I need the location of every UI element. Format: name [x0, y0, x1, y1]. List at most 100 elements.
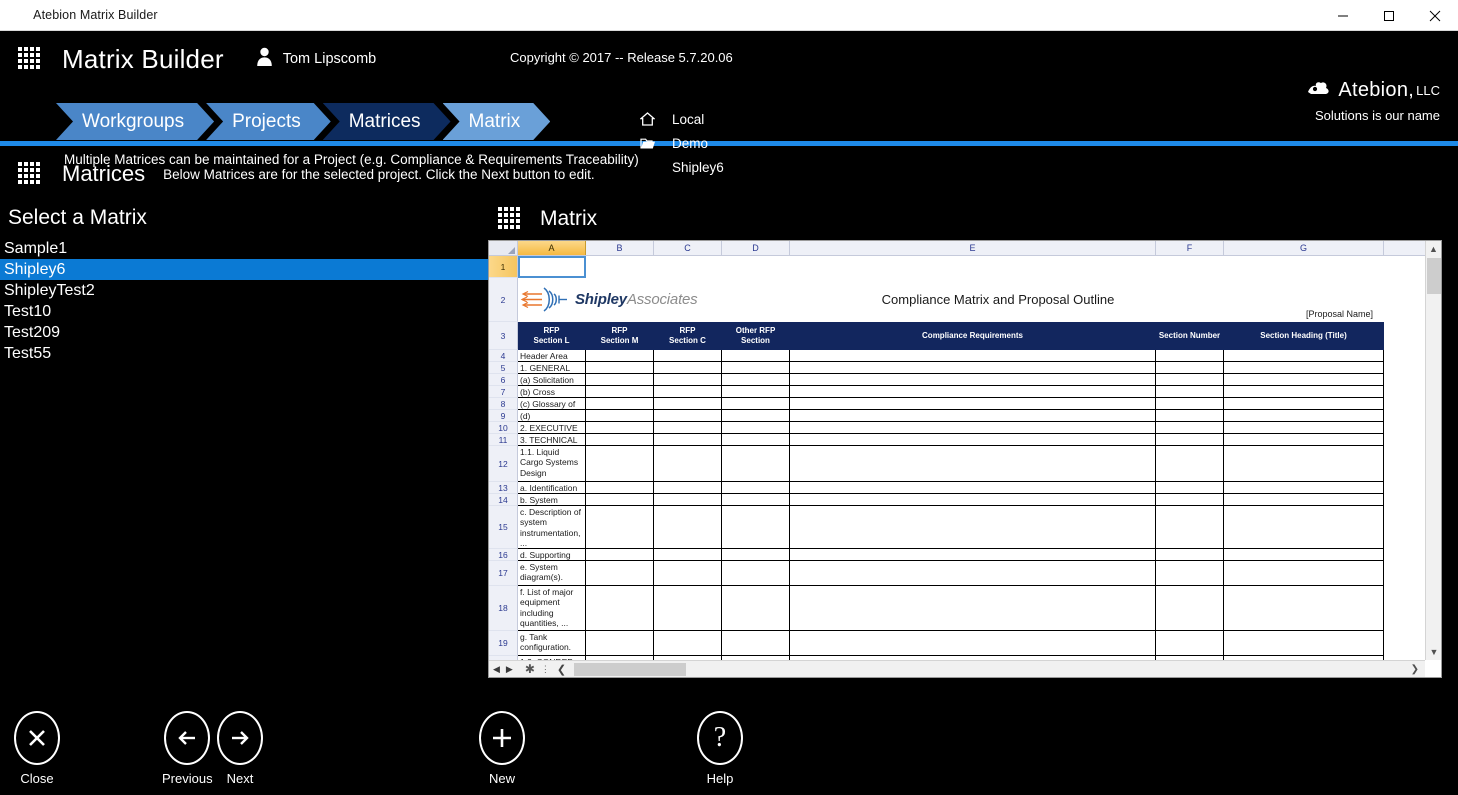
cell-a[interactable]: b. System	[518, 494, 586, 506]
cell-a[interactable]: f. List of major equipment including qua…	[518, 586, 586, 631]
matrix-list[interactable]: Sample1 Shipley6 ShipleyTest2 Test10 Tes…	[0, 238, 488, 364]
row-header[interactable]: 3	[489, 322, 518, 350]
cell-g[interactable]	[1224, 494, 1384, 506]
cell-d[interactable]	[722, 586, 790, 631]
preview-waffle-icon[interactable]	[498, 207, 522, 231]
cell-b[interactable]	[586, 446, 654, 482]
row-header[interactable]: 13	[489, 482, 518, 494]
cell-e[interactable]	[790, 561, 1156, 586]
cell-c[interactable]	[654, 482, 722, 494]
cell-e[interactable]	[790, 494, 1156, 506]
table-row[interactable]: e. System diagram(s).	[518, 561, 1441, 586]
cell-b[interactable]	[586, 561, 654, 586]
cell-e[interactable]	[790, 398, 1156, 410]
cell-a[interactable]: (a) Solicitation	[518, 374, 586, 386]
cell-a[interactable]: e. System diagram(s).	[518, 561, 586, 586]
cell-f[interactable]	[1156, 494, 1224, 506]
cell-b[interactable]	[586, 410, 654, 422]
cell-a[interactable]: d. Supporting	[518, 549, 586, 561]
cell-d[interactable]	[722, 422, 790, 434]
column-header-d[interactable]: D	[722, 241, 790, 255]
cell-d[interactable]	[722, 549, 790, 561]
cell-d[interactable]	[722, 631, 790, 656]
table-row[interactable]: 1. GENERAL	[518, 362, 1441, 374]
cell-b[interactable]	[586, 631, 654, 656]
cell-f[interactable]	[1156, 446, 1224, 482]
column-header-e[interactable]: E	[790, 241, 1156, 255]
cell-e[interactable]	[790, 362, 1156, 374]
cell-c[interactable]	[654, 446, 722, 482]
row-header[interactable]: 9	[489, 410, 518, 422]
table-row[interactable]: (b) Cross	[518, 386, 1441, 398]
vertical-scrollbar[interactable]: ▲ ▼	[1425, 241, 1441, 660]
cell-d[interactable]	[722, 506, 790, 549]
cell-c[interactable]	[654, 506, 722, 549]
table-row[interactable]	[518, 256, 1441, 278]
row-header[interactable]: 16	[489, 549, 518, 561]
spreadsheet[interactable]: A B C D E F G 1 2 3 4 5 6 7 8 9 10 11 12…	[488, 240, 1442, 678]
cell-a[interactable]: 1. GENERAL	[518, 362, 586, 374]
cell-b[interactable]	[586, 362, 654, 374]
cell-b[interactable]	[586, 549, 654, 561]
next-sheet-icon[interactable]: ▶	[506, 664, 513, 675]
cell-g[interactable]	[1224, 506, 1384, 549]
scroll-up-icon[interactable]: ▲	[1426, 241, 1441, 257]
list-item[interactable]: Test55	[0, 343, 488, 364]
cell-b[interactable]	[586, 586, 654, 631]
cell-f[interactable]	[1156, 410, 1224, 422]
cell-c[interactable]	[654, 374, 722, 386]
row-header[interactable]: 4	[489, 350, 518, 362]
breadcrumb-matrices[interactable]: Matrices	[323, 103, 451, 140]
minimize-icon[interactable]	[1320, 0, 1366, 31]
cell-row1-rest[interactable]	[586, 256, 1441, 278]
breadcrumb-workgroups[interactable]: Workgroups	[56, 103, 214, 140]
cell-d[interactable]	[722, 398, 790, 410]
cell-d[interactable]	[722, 410, 790, 422]
cell-c[interactable]	[654, 386, 722, 398]
list-item[interactable]: Test10	[0, 301, 488, 322]
table-row[interactable]: f. List of major equipment including qua…	[518, 586, 1441, 631]
cell-e[interactable]	[790, 482, 1156, 494]
cell-d[interactable]	[722, 482, 790, 494]
column-header-c[interactable]: C	[654, 241, 722, 255]
cell-c[interactable]	[654, 422, 722, 434]
cell-e[interactable]	[790, 422, 1156, 434]
app-menu-waffle-icon[interactable]	[18, 47, 44, 71]
new-sheet-icon[interactable]: ✱	[525, 662, 535, 676]
cell-e[interactable]	[790, 446, 1156, 482]
cell-c[interactable]	[654, 410, 722, 422]
horizontal-scroll-thumb[interactable]	[574, 662, 687, 676]
cell-a[interactable]: Header Area	[518, 350, 586, 362]
cell-c[interactable]	[654, 631, 722, 656]
table-row[interactable]: (d)	[518, 410, 1441, 422]
column-header-f[interactable]: F	[1156, 241, 1224, 255]
sheet-menu-icon[interactable]: ⋮	[541, 664, 551, 675]
cell-proposal-name[interactable]: [Proposal Name]	[1238, 278, 1441, 322]
table-row[interactable]: 2. EXECUTIVE	[518, 422, 1441, 434]
user-chip[interactable]: Tom Lipscomb	[256, 47, 376, 71]
cell-f[interactable]	[1156, 386, 1224, 398]
cell-a[interactable]: a. Identification	[518, 482, 586, 494]
cell-f[interactable]	[1156, 506, 1224, 549]
cell-a[interactable]: (c) Glossary of	[518, 398, 586, 410]
cell-b[interactable]	[586, 398, 654, 410]
cell-e[interactable]	[790, 374, 1156, 386]
row-header[interactable]: 5	[489, 362, 518, 374]
row-header[interactable]: 2	[489, 278, 518, 322]
row-header[interactable]: 10	[489, 422, 518, 434]
cell-g[interactable]	[1224, 422, 1384, 434]
cell-a1[interactable]	[518, 256, 586, 278]
cell-g[interactable]	[1224, 631, 1384, 656]
row-header[interactable]: 18	[489, 586, 518, 631]
cell-f[interactable]	[1156, 362, 1224, 374]
cell-d[interactable]	[722, 362, 790, 374]
row-header[interactable]: 1	[489, 256, 518, 278]
cell-b[interactable]	[586, 434, 654, 446]
cell-d[interactable]	[722, 561, 790, 586]
cell-g[interactable]	[1224, 410, 1384, 422]
vertical-scroll-thumb[interactable]	[1427, 258, 1441, 294]
cell-d[interactable]	[722, 494, 790, 506]
cell-f[interactable]	[1156, 561, 1224, 586]
column-header-g[interactable]: G	[1224, 241, 1384, 255]
cell-f[interactable]	[1156, 482, 1224, 494]
